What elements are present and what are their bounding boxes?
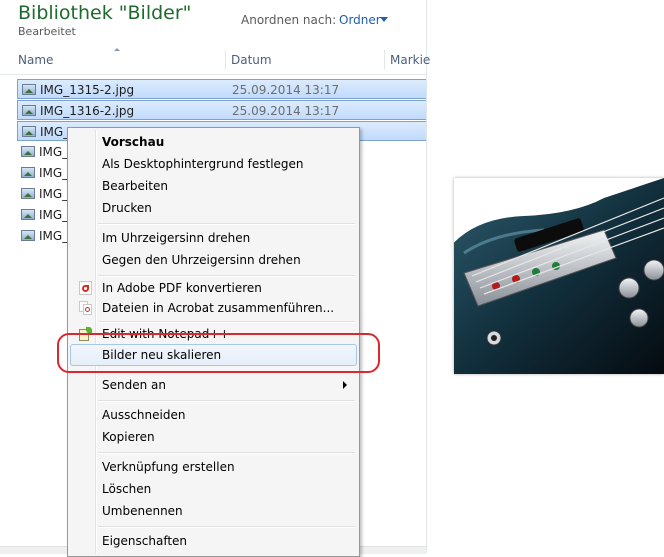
menu-item-label: Ausschneiden [102,408,186,422]
file-name: IMG_1316-2.jpg [40,104,135,118]
menu-item-print[interactable]: Drucken [70,197,357,219]
menu-item-label: Löschen [102,482,152,496]
menu-item-send-to[interactable]: Senden an [70,374,357,396]
file-name: IMG_ [39,208,69,222]
menu-item-label: In Adobe PDF konvertieren [102,281,262,295]
chevron-down-icon[interactable] [380,17,388,22]
arrange-by-label: Anordnen nach: [241,13,337,27]
column-divider[interactable] [225,50,226,70]
menu-item-label: Kopieren [102,430,155,444]
menu-item-set-desktop-background[interactable]: Als Desktophintergrund festlegen [70,153,357,175]
file-name: IMG_ [39,187,69,201]
menu-item-label: Als Desktophintergrund festlegen [102,157,304,171]
menu-item-label: Edit with Notepad++ [102,327,230,341]
file-date: 25.09.2014 13:17 [232,104,340,118]
menu-separator [98,400,355,402]
menu-item-label: Senden an [102,378,166,392]
image-file-icon [21,230,35,241]
image-file-icon [22,126,36,137]
file-date: 25.09.2014 13:17 [232,83,340,97]
menu-item-label: Umbenennen [102,504,183,518]
menu-item-convert-to-pdf[interactable]: In Adobe PDF konvertieren [70,277,357,299]
menu-item-label: Drucken [102,201,152,215]
menu-item-copy[interactable]: Kopieren [70,426,357,448]
column-header: Name Datum Markie [0,46,430,75]
menu-item-rotate-clockwise[interactable]: Im Uhrzeigersinn drehen [70,227,357,249]
library-subtitle: Bearbeitet [18,25,76,38]
menu-separator [98,526,355,528]
adobe-pdf-icon [79,281,92,295]
column-tags[interactable]: Markie [390,46,430,74]
menu-item-label: Eigenschaften [102,534,188,548]
menu-item-label: Dateien in Acrobat zusammenführen... [102,301,335,315]
menu-separator [98,223,355,225]
menu-item-label: Verknüpfung erstellen [102,460,235,474]
menu-item-edit-with-notepadpp[interactable]: Edit with Notepad++ [70,323,357,345]
arrange-by-dropdown[interactable]: Ordner [339,13,381,27]
column-name[interactable]: Name [18,46,223,74]
menu-separator [98,452,355,454]
notepad-plus-plus-icon [79,327,92,341]
menu-item-rename[interactable]: Umbenennen [70,500,357,522]
image-file-icon [22,84,36,95]
acrobat-combine-icon [79,301,92,315]
menu-item-label: Vorschau [102,135,165,149]
menu-item-label: Gegen den Uhrzeigersinn drehen [102,253,301,267]
menu-item-create-shortcut[interactable]: Verknüpfung erstellen [70,456,357,478]
menu-item-rotate-counterclockwise[interactable]: Gegen den Uhrzeigersinn drehen [70,249,357,271]
menu-item-cut[interactable]: Ausschneiden [70,404,357,426]
menu-item-label: Bearbeiten [102,179,168,193]
menu-item-combine-in-acrobat[interactable]: Dateien in Acrobat zusammenführen... [70,297,357,319]
image-preview [449,178,664,374]
menu-separator [98,371,355,373]
file-name: IMG_ [39,166,69,180]
menu-item-label: Bilder neu skalieren [102,348,222,362]
file-name: IMG_ [39,145,69,159]
library-title: Bibliothek "Bilder" [18,2,192,24]
file-name: IMG_ [39,229,69,243]
column-divider[interactable] [384,50,385,70]
file-name: IMG_1315-2.jpg [40,83,135,97]
submenu-arrow-icon [343,381,347,389]
menu-item-delete[interactable]: Löschen [70,478,357,500]
file-row[interactable]: IMG_1316-2.jpg 25.09.2014 13:17 [17,100,426,120]
bass-guitar-image [449,178,664,374]
column-date[interactable]: Datum [231,46,381,74]
context-menu: Vorschau Als Desktophintergrund festlege… [67,127,360,557]
image-file-icon [22,105,36,116]
menu-item-preview[interactable]: Vorschau [70,131,357,153]
menu-item-resize-images[interactable]: Bilder neu skalieren [70,344,357,366]
file-row[interactable]: IMG_1315-2.jpg 25.09.2014 13:17 [17,79,426,99]
menu-item-edit[interactable]: Bearbeiten [70,175,357,197]
image-file-icon [21,209,35,220]
menu-item-label: Im Uhrzeigersinn drehen [102,231,251,245]
image-file-icon [21,167,35,178]
image-file-icon [21,146,35,157]
image-file-icon [21,188,35,199]
menu-item-properties[interactable]: Eigenschaften [70,530,357,552]
